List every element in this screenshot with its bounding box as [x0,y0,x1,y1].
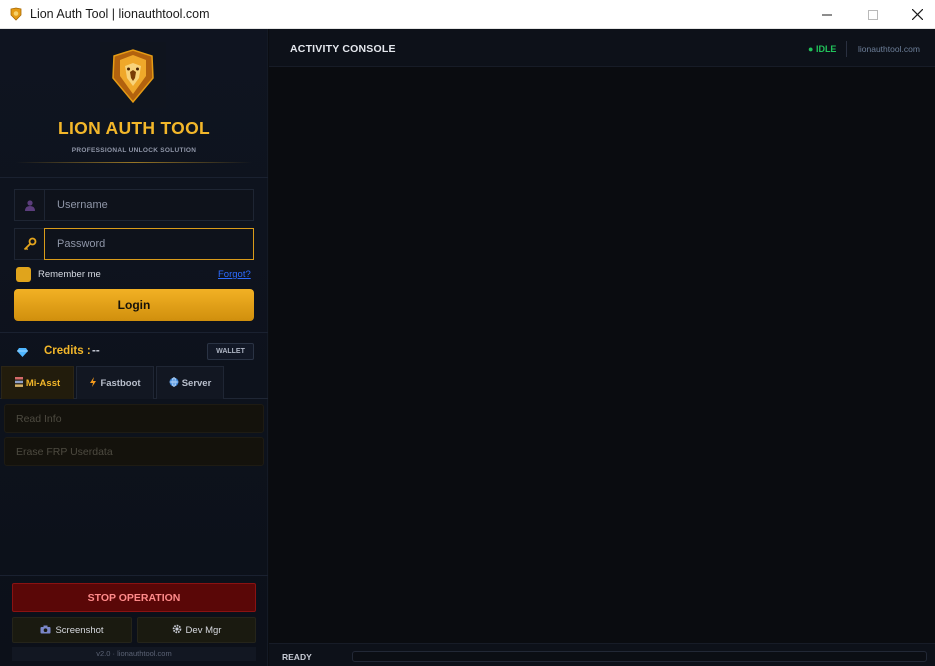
forgot-link[interactable]: Forgot? [218,269,251,280]
minimize-icon [822,14,832,15]
title-bar: Lion Auth Tool | lionauthtool.com [0,0,935,29]
diamond-icon [17,348,28,357]
user-icon-cell [14,189,44,221]
stop-operation-button[interactable]: STOP OPERATION [12,583,256,612]
tab-label: Fastboot [100,377,141,389]
tab-bar: Mi-Asst Fastboot Server [0,366,268,399]
version-footer: v2.0 · lionauthtool.com [12,647,256,661]
header-divider [846,41,847,57]
status-bar: READY [269,643,935,666]
sidebar: LION AUTH TOOL PROFESSIONAL UNLOCK SOLUT… [0,29,268,666]
remember-label: Remember me [38,269,101,280]
key-icon-cell [14,228,44,260]
credits-label: Credits : [44,345,91,357]
progress-bar [352,651,927,662]
maximize-button[interactable] [850,0,896,29]
activity-console-log[interactable] [269,67,935,643]
console-title: ACTIVITY CONSOLE [290,43,396,55]
window-title: Lion Auth Tool | lionauthtool.com [30,7,210,21]
password-input[interactable] [44,228,254,260]
username-input[interactable] [44,189,254,221]
tab-mi-asst[interactable]: Mi-Asst [1,366,74,399]
section-divider [0,177,268,178]
tab-label: Server [181,377,212,389]
console-site-link[interactable]: lionauthtool.com [858,44,920,54]
tab-label: Mi-Asst [25,377,61,389]
close-button[interactable] [894,0,935,29]
remember-checkbox[interactable] [16,267,31,282]
bolt-icon [89,377,97,389]
erase-frp-userdata-button[interactable]: Erase FRP Userdata [4,437,264,466]
stack-icon [14,377,23,389]
status-dot-icon: ● [808,44,816,54]
status-indicator: ● IDLE [808,44,836,54]
console-header: ACTIVITY CONSOLE ● IDLE lionauthtool.com [269,29,935,67]
read-info-button[interactable]: Read Info [4,404,264,433]
brand-tagline: PROFESSIONAL UNLOCK SOLUTION [71,147,197,154]
close-icon [911,9,923,20]
minimize-button[interactable] [804,0,850,29]
username-field [14,189,254,221]
wallet-button[interactable]: WALLET [207,343,254,360]
maximize-icon [868,9,878,20]
tab-fastboot[interactable]: Fastboot [76,366,154,399]
login-button[interactable]: Login [14,289,254,321]
section-divider [0,332,268,333]
password-field [14,228,254,260]
globe-icon [169,377,179,389]
credits-row: Credits : -- WALLET [0,342,268,362]
remember-me[interactable]: Remember me [16,267,101,282]
lion-logo-icon [100,42,166,108]
dev-mgr-label: Dev Mgr [185,624,222,636]
key-icon [23,237,36,251]
tab-server[interactable]: Server [156,366,224,399]
app-icon [10,7,22,21]
screenshot-label: Screenshot [55,624,104,636]
section-divider [0,575,268,576]
ready-label: READY [282,652,312,662]
user-icon [24,200,35,211]
camera-icon [40,625,51,636]
brand-divider [16,162,252,163]
brand-title: LION AUTH TOOL [58,118,210,138]
status-text: IDLE [815,44,837,54]
dev-mgr-button[interactable]: Dev Mgr [137,617,256,643]
screenshot-button[interactable]: Screenshot [12,617,132,643]
credits-value: -- [92,345,100,357]
gear-icon [172,624,182,636]
